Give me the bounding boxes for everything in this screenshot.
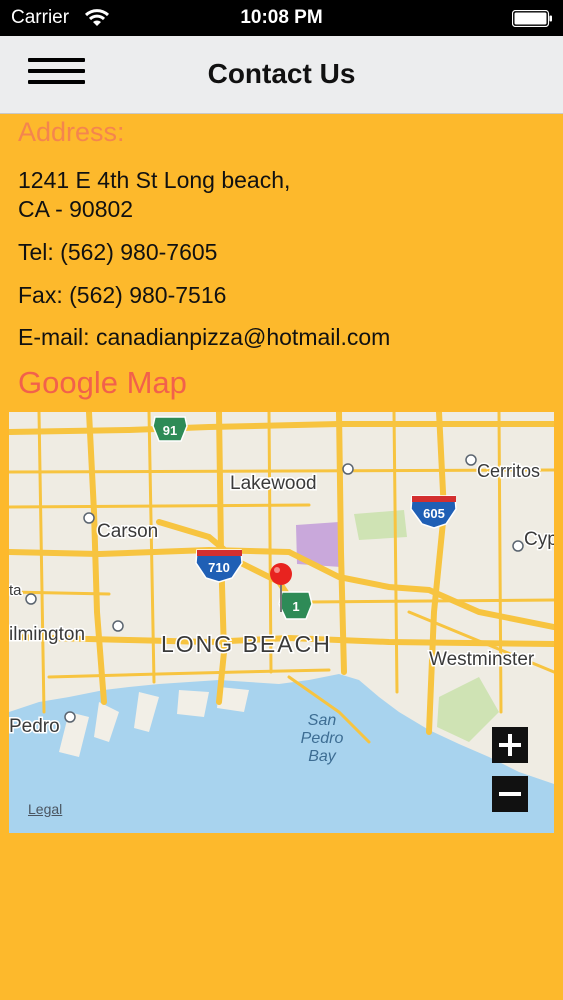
label-pedro: Pedro <box>9 716 60 737</box>
label-long-beach: LONG BEACH <box>161 631 332 657</box>
navigation-bar: Contact Us <box>0 36 563 114</box>
interstate-605-shield: 605 <box>410 495 457 529</box>
address-line-2: CA - 90802 <box>18 196 134 222</box>
map-heading: Google Map <box>18 365 187 400</box>
label-cerritos: Cerritos <box>477 461 540 481</box>
label-westminster: Westminster <box>429 649 535 670</box>
legal-link[interactable]: Legal <box>28 801 62 817</box>
plus-icon <box>499 734 521 756</box>
label-carson: Carson <box>97 521 158 542</box>
label-cyp: Cyp <box>524 529 554 550</box>
label-bay-3: Bay <box>308 748 337 765</box>
interstate-710-shield: 710 <box>195 549 243 583</box>
label-ta: ta <box>9 582 22 599</box>
map-canvas: Lakewood Carson Cerritos Cyp LONG BEACH … <box>9 412 554 833</box>
park-area <box>437 677 499 742</box>
email-address[interactable]: E-mail: canadianpizza@hotmail.com <box>18 323 390 352</box>
park-area <box>354 510 407 540</box>
zoom-in-button[interactable] <box>492 727 528 763</box>
clock: 10:08 PM <box>240 7 323 28</box>
battery-icon <box>512 10 552 27</box>
label-bay-2: Pedro <box>301 730 344 747</box>
zoom-out-button[interactable] <box>492 776 528 812</box>
minus-icon <box>499 792 521 796</box>
hamburger-menu-icon[interactable] <box>28 58 85 88</box>
hwy-1-shield: 1 <box>278 591 313 620</box>
map-view[interactable]: Lakewood Carson Cerritos Cyp LONG BEACH … <box>9 412 554 833</box>
hwy-91-shield: 91 <box>152 416 188 442</box>
fax-number: Fax: (562) 980-7516 <box>18 282 227 308</box>
svg-text:605: 605 <box>423 506 445 521</box>
svg-text:1: 1 <box>292 599 299 614</box>
svg-text:710: 710 <box>208 560 230 575</box>
svg-text:91: 91 <box>163 423 177 438</box>
label-wilmington: ilmington <box>9 624 85 645</box>
phone-number[interactable]: Tel: (562) 980-7605 <box>18 238 217 267</box>
label-bay-1: San <box>308 712 337 729</box>
address-label: Address: <box>18 117 125 147</box>
address-line-1: 1241 E 4th St Long beach, <box>18 167 291 193</box>
status-bar: Carrier 10:08 PM <box>0 0 563 36</box>
label-lakewood: Lakewood <box>230 473 317 494</box>
